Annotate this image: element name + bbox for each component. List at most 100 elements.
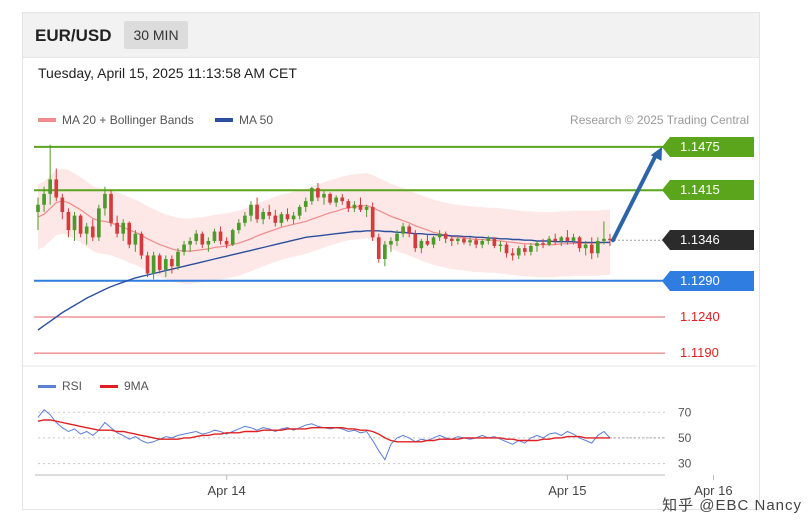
candle-body — [42, 193, 46, 205]
candle-body — [480, 240, 485, 245]
candle-body — [103, 193, 107, 209]
candle-body — [66, 212, 71, 231]
candle-body — [510, 253, 515, 256]
candle-body — [437, 233, 442, 238]
candle-body — [370, 206, 375, 238]
candle-body — [559, 237, 564, 241]
candle-body — [54, 179, 59, 198]
candle-body — [358, 204, 363, 210]
candle-body — [310, 188, 314, 202]
level-label-1.1475: 1.1475 — [662, 136, 754, 157]
candle-body — [547, 238, 551, 245]
rsi-tick-label: 70 — [678, 405, 692, 419]
candle-body — [84, 226, 89, 234]
candle-body — [297, 206, 302, 216]
candle-body — [224, 240, 229, 245]
candle-body — [78, 215, 83, 234]
candle-body — [261, 212, 265, 220]
candle-body — [285, 214, 290, 220]
watermark: 知乎 @EBC Nancy — [662, 497, 802, 514]
candle-body — [121, 222, 126, 234]
candle-body — [316, 188, 320, 198]
candle-body — [97, 208, 101, 238]
candle-body — [571, 237, 576, 241]
candle-body — [401, 226, 405, 234]
x-tick-label: Apr 15 — [548, 483, 586, 498]
candle-body — [602, 238, 606, 241]
candle-body — [431, 237, 436, 245]
candle-body — [249, 204, 253, 216]
candle-body — [352, 204, 357, 209]
candle-body — [376, 237, 381, 260]
candle-body — [516, 248, 521, 256]
candle-body — [498, 244, 503, 247]
candle-body — [115, 222, 119, 234]
level-label-1.1190: 1.1190 — [680, 345, 719, 361]
candle-body — [462, 238, 466, 243]
candle-body — [60, 197, 65, 212]
candle-body — [541, 243, 545, 245]
candle-body — [456, 238, 460, 241]
candle-body — [522, 248, 527, 252]
candle-body — [328, 193, 332, 203]
candle-body — [194, 233, 199, 241]
candle-body — [468, 240, 472, 243]
candle-body — [577, 237, 582, 249]
candle-body — [109, 193, 113, 223]
candle-body — [127, 222, 132, 245]
candle-body — [553, 238, 558, 241]
candle-body — [200, 233, 205, 245]
candle-body — [504, 244, 509, 254]
candle-body — [218, 231, 223, 241]
candle-body — [139, 233, 144, 256]
level-label-1.1290: 1.1290 — [662, 270, 754, 291]
candle-body — [303, 201, 308, 207]
candle-body — [364, 206, 369, 210]
candle-body — [243, 215, 247, 223]
x-tick-label: Apr 14 — [207, 483, 245, 498]
rsi-series-rsi — [37, 408, 611, 461]
candle-body — [206, 240, 211, 245]
candle-body — [449, 238, 454, 241]
candle-body — [383, 244, 387, 260]
candle-body — [182, 244, 186, 252]
candle-body — [163, 259, 168, 270]
candle-body — [133, 233, 138, 245]
level-label-1.1346: 1.1346 — [662, 230, 754, 251]
candle-body — [212, 231, 217, 241]
candle-body — [157, 255, 162, 270]
candle-body — [596, 240, 600, 254]
candle-body — [230, 230, 235, 245]
candle-body — [389, 240, 393, 245]
candle-body — [36, 204, 40, 212]
projection-arrow — [611, 152, 658, 243]
candle-body — [529, 246, 533, 252]
candle-body — [255, 204, 259, 220]
candle-body — [589, 244, 594, 254]
candle-body — [151, 255, 156, 274]
candle-body — [413, 233, 418, 249]
candle-body — [565, 237, 570, 241]
candle-body — [90, 226, 95, 238]
candle-body — [419, 240, 424, 249]
candle-body — [535, 243, 539, 247]
candle-body — [340, 197, 345, 202]
candle-body — [48, 179, 52, 194]
candle-body — [395, 233, 399, 241]
rsi-series-9ma — [37, 419, 610, 443]
rsi-tick-label: 50 — [678, 431, 692, 445]
candle-body — [273, 215, 278, 223]
candle-body — [334, 197, 338, 203]
candle-body — [322, 193, 326, 198]
candle-body — [279, 214, 284, 223]
candle-body — [170, 259, 174, 267]
candle-body — [443, 233, 448, 239]
price-chart: 705030Apr 14 Apr 15 Apr 16 — [23, 144, 757, 498]
level-label-1.1415: 1.1415 — [662, 180, 754, 201]
candle-body — [583, 244, 588, 249]
candle-body — [72, 215, 77, 231]
candle-body — [236, 222, 241, 231]
rsi-tick-label: 30 — [678, 457, 692, 471]
candle-body — [474, 240, 478, 245]
candle-body — [188, 240, 192, 245]
